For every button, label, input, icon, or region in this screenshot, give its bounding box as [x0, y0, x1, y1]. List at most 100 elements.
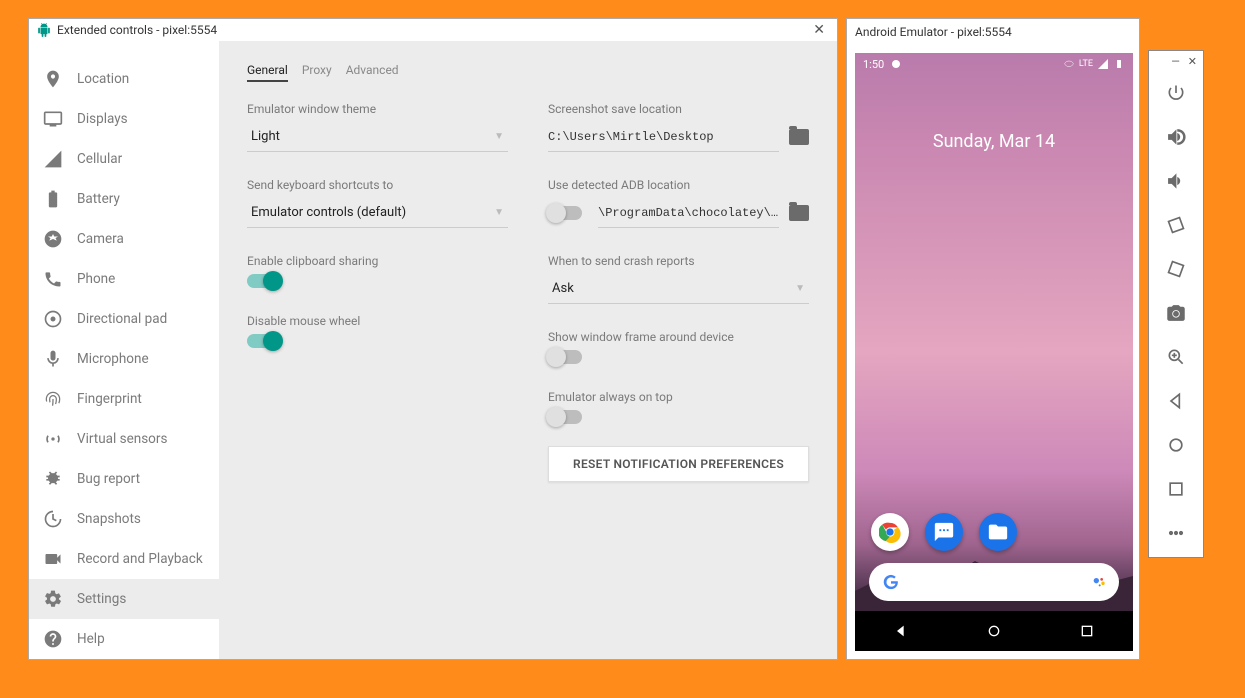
sidebar-item-dpad[interactable]: Directional pad	[29, 299, 219, 339]
microphone-icon	[43, 349, 63, 369]
volume-up-button[interactable]	[1149, 115, 1203, 159]
screenshot-label: Screenshot save location	[548, 102, 809, 116]
sidebar-item-camera[interactable]: Camera	[29, 219, 219, 259]
shortcuts-select[interactable]: Emulator controls (default)▼	[247, 198, 508, 228]
sidebar-item-cellular[interactable]: Cellular	[29, 139, 219, 179]
location-icon	[43, 69, 63, 89]
sidebar-item-bugreport[interactable]: Bug report	[29, 459, 219, 499]
sidebar-item-label: Settings	[77, 591, 126, 607]
ontop-label: Emulator always on top	[548, 390, 809, 404]
dpad-icon	[43, 309, 63, 329]
displays-icon	[43, 109, 63, 129]
overview-button[interactable]	[1149, 467, 1203, 511]
power-button[interactable]	[1149, 71, 1203, 115]
sidebar-item-battery[interactable]: Battery	[29, 179, 219, 219]
sidebar-item-label: Phone	[77, 271, 115, 287]
sidebar-item-record[interactable]: Record and Playback	[29, 539, 219, 579]
sidebar-item-label: Directional pad	[77, 311, 167, 327]
sidebar-item-fingerprint[interactable]: Fingerprint	[29, 379, 219, 419]
sidebar-item-label: Camera	[77, 231, 124, 247]
sidebar-item-label: Cellular	[77, 151, 122, 167]
battery-icon	[43, 189, 63, 209]
camera-icon	[43, 229, 63, 249]
clipboard-label: Enable clipboard sharing	[247, 254, 508, 268]
settings-right-column: Screenshot save location C:\Users\Mirtle…	[548, 102, 809, 482]
shortcuts-label: Send keyboard shortcuts to	[247, 178, 508, 192]
adb-toggle[interactable]	[548, 206, 582, 220]
home-button[interactable]	[1149, 423, 1203, 467]
crash-select[interactable]: Ask▼	[548, 274, 809, 304]
status-time: 1:50	[863, 58, 884, 71]
sidebar-item-label: Snapshots	[77, 511, 141, 527]
android-nav-bar	[855, 611, 1133, 651]
rotate-right-button[interactable]	[1149, 247, 1203, 291]
ontop-toggle[interactable]	[548, 410, 582, 424]
settings-panel: General Proxy Advanced Emulator window t…	[219, 41, 837, 659]
close-button[interactable]: ✕	[809, 22, 829, 38]
settings-left-column: Emulator window theme Light▼ Send keyboa…	[247, 102, 508, 482]
sidebar-item-phone[interactable]: Phone	[29, 259, 219, 299]
back-button[interactable]	[1149, 379, 1203, 423]
signal-icon	[1097, 58, 1109, 70]
home-button[interactable]	[986, 623, 1002, 639]
screenshot-button[interactable]	[1149, 291, 1203, 335]
folder-icon[interactable]	[789, 129, 809, 145]
record-icon	[43, 549, 63, 569]
sidebar-item-snapshots[interactable]: Snapshots	[29, 499, 219, 539]
more-button[interactable]	[1149, 511, 1203, 555]
frame-toggle[interactable]	[548, 350, 582, 364]
phone-screen[interactable]: 1:50 LTE Sunday, Mar 14	[855, 53, 1133, 651]
extended-controls-titlebar[interactable]: Extended controls - pixel:5554 ✕	[29, 19, 837, 41]
google-icon	[881, 572, 901, 592]
fingerprint-icon	[43, 389, 63, 409]
sidebar-item-label: Microphone	[77, 351, 149, 367]
messages-app-icon[interactable]	[925, 513, 963, 551]
assistant-icon	[1091, 574, 1107, 590]
tab-general[interactable]: General	[247, 63, 288, 82]
folder-icon[interactable]	[789, 205, 809, 221]
adb-label: Use detected ADB location	[548, 178, 809, 192]
close-button[interactable]: ✕	[1188, 55, 1197, 68]
emulator-titlebar[interactable]: Android Emulator - pixel:5554	[847, 19, 1139, 45]
overview-button[interactable]	[1079, 623, 1095, 639]
screenshot-path[interactable]: C:\Users\Mirtle\Desktop	[548, 122, 779, 152]
tab-advanced[interactable]: Advanced	[346, 63, 399, 82]
tab-proxy[interactable]: Proxy	[302, 63, 332, 82]
caret-down-icon: ▼	[494, 207, 504, 218]
minimize-button[interactable]: —	[1171, 55, 1180, 68]
sidebar-item-location[interactable]: Location	[29, 59, 219, 99]
clipboard-toggle[interactable]	[247, 274, 281, 288]
settings-tabs: General Proxy Advanced	[247, 63, 809, 82]
google-search-bar[interactable]	[869, 563, 1119, 601]
crash-label: When to send crash reports	[548, 254, 809, 268]
reset-button[interactable]: RESET NOTIFICATION PREFERENCES	[548, 446, 809, 482]
volume-down-button[interactable]	[1149, 159, 1203, 203]
cellular-icon	[43, 149, 63, 169]
bug-icon	[43, 469, 63, 489]
back-button[interactable]	[893, 623, 909, 639]
sidebar-item-help[interactable]: Help	[29, 619, 219, 659]
app-dock	[871, 513, 1017, 551]
android-icon	[37, 23, 51, 37]
sidebar-item-microphone[interactable]: Microphone	[29, 339, 219, 379]
frame-label: Show window frame around device	[548, 330, 809, 344]
adb-path[interactable]: \ProgramData\chocolatey\…	[598, 198, 779, 228]
status-bar: 1:50 LTE	[855, 53, 1133, 75]
status-signal: LTE	[1079, 59, 1093, 69]
mouse-toggle[interactable]	[247, 334, 281, 348]
caret-down-icon: ▼	[494, 131, 504, 142]
chrome-app-icon[interactable]	[871, 513, 909, 551]
sidebar-item-displays[interactable]: Displays	[29, 99, 219, 139]
mouse-label: Disable mouse wheel	[247, 314, 508, 328]
settings-icon	[43, 589, 63, 609]
sidebar-item-label: Record and Playback	[77, 551, 203, 567]
sidebar-item-label: Fingerprint	[77, 391, 142, 407]
files-app-icon[interactable]	[979, 513, 1017, 551]
theme-select[interactable]: Light▼	[247, 122, 508, 152]
theme-label: Emulator window theme	[247, 102, 508, 116]
sidebar-item-settings[interactable]: Settings	[29, 579, 219, 619]
zoom-button[interactable]	[1149, 335, 1203, 379]
home-date: Sunday, Mar 14	[855, 131, 1133, 152]
rotate-left-button[interactable]	[1149, 203, 1203, 247]
sidebar-item-sensors[interactable]: Virtual sensors	[29, 419, 219, 459]
